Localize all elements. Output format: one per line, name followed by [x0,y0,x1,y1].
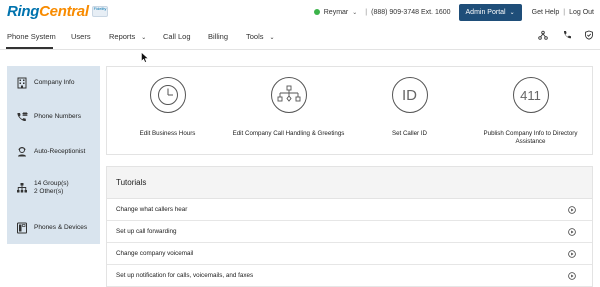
caller-id-icon-text: ID [402,86,417,104]
card-label: Edit Company Call Handling & Greetings [232,130,345,137]
card-label-line2: Assistance [515,138,546,145]
main-nav: Phone System Users Reports ⌄ Call Log Bil… [0,24,600,50]
play-icon[interactable] [568,250,576,258]
caller-id-icon: ID [391,77,428,113]
play-icon[interactable] [568,206,576,214]
logo-text-central: Central [39,3,89,20]
sidebar-item-company-info[interactable]: Company Info [7,68,100,98]
log-out-link[interactable]: Log Out [569,9,594,16]
tutorial-label: Set up call forwarding [116,228,177,235]
card-edit-call-handling[interactable]: Edit Company Call Handling & Greetings [228,67,349,156]
sidebar-item-label: Company Info [34,79,75,86]
card-publish-directory[interactable]: 411 Publish Company Info to Directory As… [470,67,591,156]
sidebar-item-phones-devices[interactable]: Phones & Devices [7,213,100,243]
sidebar-item-label-group: 14 Group(s) 2 Other(s) [34,180,69,196]
building-icon [17,77,27,89]
tab-reports-label: Reports [109,32,136,41]
tab-billing[interactable]: Billing [208,32,228,41]
others-count: 2 Other(s) [34,188,64,195]
top-bar: RingCentral Fidelity Reymar ⌄ | (888) 90… [0,0,600,24]
sidebar-item-phone-numbers[interactable]: Phone Numbers [7,102,100,132]
card-icon-circle [149,77,186,113]
quick-actions-panel: Edit Business Hours Edit Company Call Ha… [106,66,593,155]
admin-portal-label: Admin Portal [465,8,506,16]
tutorial-label: Set up notification for calls, voicemail… [116,272,254,279]
tab-tools-label: Tools [246,32,264,41]
card-edit-business-hours[interactable]: Edit Business Hours [107,67,228,156]
tab-phone-system[interactable]: Phone System [7,32,56,41]
directory-411-icon: 411 [512,77,549,113]
card-set-caller-id[interactable]: ID Set Caller ID [349,67,470,156]
card-label: Set Caller ID [391,130,428,137]
tutorials-panel: Tutorials Change what callers hear Set u… [106,166,593,287]
card-icon-circle [270,77,307,113]
tutorial-row[interactable]: Set up call forwarding [107,221,592,243]
ringcentral-logo[interactable]: RingCentral [7,3,89,20]
card-label-line1: Publish Company Info to Directory [483,130,578,137]
phone-icon[interactable] [562,30,572,40]
tutorial-label: Change what callers hear [116,206,188,213]
partner-badge: Fidelity [92,6,108,17]
card-label: Edit Business Hours [139,130,196,137]
directory-icon-text: 411 [520,87,541,103]
call-flow-icon [277,85,300,102]
sidebar-item-auto-receptionist[interactable]: Auto-Receptionist [7,137,100,167]
sidebar: Company Info Phone Numbers Auto-Receptio… [7,66,100,244]
phone-extension: (888) 909-3748 Ext. 1600 [371,8,451,16]
get-help-link[interactable]: Get Help [532,9,560,16]
sidebar-item-label: Phone Numbers [34,113,81,120]
groups-icon [17,183,27,193]
tab-tools[interactable]: Tools ⌄ [246,32,275,41]
tutorials-header: Tutorials [107,167,592,199]
sidebar-item-groups[interactable]: 14 Group(s) 2 Other(s) [7,173,100,203]
sidebar-item-label: Auto-Receptionist [34,148,86,155]
card-label: Publish Company Info to Directory Assist… [470,130,591,146]
tab-reports[interactable]: Reports ⌄ [109,32,146,41]
tutorial-label: Change company voicemail [116,250,194,257]
divider: | [365,8,368,16]
phone-numbers-icon [17,112,28,122]
play-icon[interactable] [568,272,576,280]
chevron-down-icon[interactable]: ⌄ [352,9,357,16]
tutorial-row[interactable]: Change company voicemail [107,243,592,265]
sidebar-item-label: Phones & Devices [34,224,88,231]
logo-text-ring: Ring [7,3,40,20]
admin-portal-button[interactable]: Admin Portal ⌄ [458,3,522,21]
play-icon[interactable] [568,228,576,236]
active-tab-indicator [6,47,53,49]
account-bar: Reymar ⌄ | (888) 909-3748 Ext. 1600 Admi… [313,3,594,21]
tab-call-log[interactable]: Call Log [163,32,191,41]
divider: | [563,8,566,16]
tab-users[interactable]: Users [71,32,91,41]
tutorials-title: Tutorials [116,178,147,187]
clock-icon [157,85,178,105]
chevron-down-icon: ⌄ [509,9,515,16]
presence-status-icon[interactable] [313,9,320,15]
receptionist-icon [18,147,26,157]
network-icon[interactable] [538,30,548,40]
tutorial-row[interactable]: Set up notification for calls, voicemail… [107,265,592,287]
chevron-down-icon: ⌄ [269,35,275,41]
groups-count: 14 Group(s) [34,180,69,187]
mouse-cursor-icon [141,52,149,63]
user-name[interactable]: Reymar [324,9,349,16]
tutorial-row[interactable]: Change what callers hear [107,199,592,221]
devices-icon [17,222,27,234]
chevron-down-icon: ⌄ [141,35,147,41]
shield-icon[interactable] [584,30,594,40]
